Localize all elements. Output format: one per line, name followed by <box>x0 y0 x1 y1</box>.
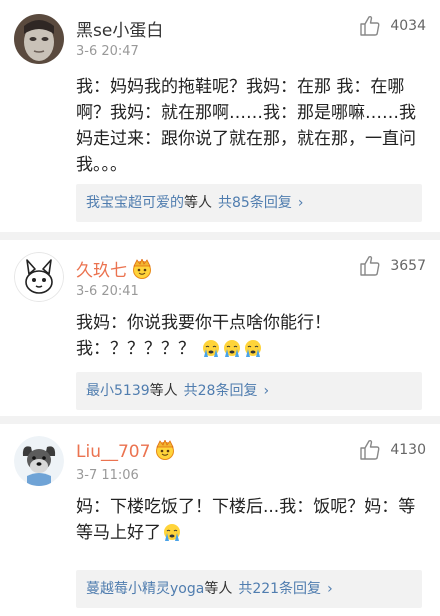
divider <box>0 232 440 240</box>
replies-summary[interactable]: 蔓越莓小精灵yoga等人 共221条回复 › <box>76 570 422 608</box>
like-count: 4130 <box>390 442 426 458</box>
replies-summary[interactable]: 最小5139等人 共28条回复 › <box>76 372 422 410</box>
crying-face-emoji <box>164 524 180 541</box>
reply-suffix: 等人 <box>184 195 212 211</box>
thumbs-up-icon <box>360 15 380 36</box>
chevron-right-icon: › <box>327 581 333 597</box>
username-text[interactable]: Liu__707 <box>76 442 150 462</box>
crying-face-emoji <box>224 340 241 357</box>
chevron-right-icon: › <box>263 383 270 399</box>
comment-text-line: 我：？？？？？ <box>76 336 422 362</box>
reply-suffix: 等人 <box>204 581 233 597</box>
crying-face-emoji <box>203 340 220 357</box>
comment-text-fragment: 妈：下楼吃饭了！下楼后...我：饭呢？妈：等等马上好了 <box>76 497 416 543</box>
reply-count[interactable]: 共28条回复 <box>184 383 258 399</box>
username[interactable]: 久玖七 <box>76 256 153 281</box>
like-button[interactable]: 3657 <box>358 254 426 278</box>
like-count: 4034 <box>390 18 426 34</box>
thumbs-up-icon <box>360 255 380 276</box>
reply-suffix: 等人 <box>149 383 178 399</box>
chevron-right-icon: › <box>297 195 304 211</box>
replies-summary[interactable]: 我宝宝超可爱的等人 共85条回复 › <box>76 184 422 222</box>
reply-users[interactable]: 蔓越莓小精灵yoga <box>86 581 204 597</box>
reply-users[interactable]: 我宝宝超可爱的 <box>86 195 184 211</box>
vip-crown-icon <box>156 440 175 460</box>
like-count: 3657 <box>390 258 426 274</box>
timestamp: 3-6 20:41 <box>76 284 139 299</box>
reply-count[interactable]: 共85条回复 <box>218 195 292 211</box>
reply-count[interactable]: 共221条回复 <box>238 581 321 597</box>
comment-item: 久玖七 3-6 20:41 3657 我妈：你说我要你干点啥你能行！ 我：？？？… <box>0 240 440 416</box>
comment-text: 妈：下楼吃饭了！下楼后...我：饭呢？妈：等等马上好了 <box>76 494 422 546</box>
avatar[interactable] <box>14 436 64 486</box>
username[interactable]: Liu__707 <box>76 440 176 462</box>
username[interactable]: 黑se小蛋白 <box>76 16 163 41</box>
crying-face-emoji <box>245 340 262 357</box>
vip-crown-icon <box>133 259 151 279</box>
thumbs-up-icon <box>360 439 380 460</box>
divider <box>0 416 440 424</box>
avatar[interactable] <box>14 252 64 302</box>
reply-users[interactable]: 最小5139 <box>86 383 150 399</box>
timestamp: 3-7 11:06 <box>76 468 139 483</box>
avatar[interactable] <box>14 14 64 64</box>
comment-item: 黑se小蛋白 3-6 20:47 4034 我：妈妈我的拖鞋呢？我妈：在那 我：… <box>0 0 440 232</box>
timestamp: 3-6 20:47 <box>76 44 139 59</box>
username-text[interactable]: 久玖七 <box>76 261 127 281</box>
comment-text-fragment: 我：？？？？？ <box>76 339 195 359</box>
comment-text: 我：妈妈我的拖鞋呢？我妈：在那 我：在哪啊？我妈：就在那啊……我：那是哪嘛……我… <box>76 77 416 175</box>
comment-text: 我妈：你说我要你干点啥你能行！ 我：？？？？？ <box>76 310 422 362</box>
like-button[interactable]: 4130 <box>358 438 426 462</box>
comment-item: Liu__707 3-7 11:06 4130 妈：下楼吃饭了！下楼后...我：… <box>0 424 440 616</box>
like-button[interactable]: 4034 <box>358 14 426 38</box>
comment-text-line: 我妈：你说我要你干点啥你能行！ <box>76 313 331 333</box>
